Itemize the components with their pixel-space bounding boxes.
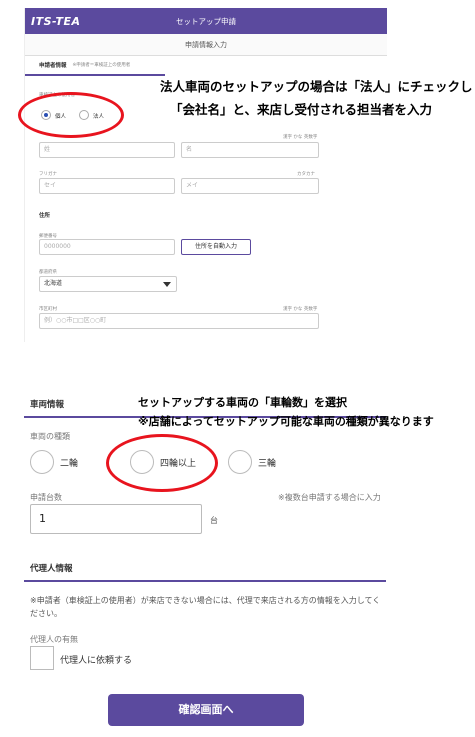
radio-three-wheel-label: 三輪 bbox=[258, 459, 277, 469]
annotation-line-1: 法人車両のセットアップの場合は「法人」にチェックし bbox=[160, 79, 473, 94]
count-input[interactable]: 1 bbox=[30, 504, 202, 534]
agent-presence-label: 代理人の有無 bbox=[30, 635, 78, 644]
katakana-hint: カタカナ bbox=[297, 172, 315, 177]
annotation-line-4: ※店舗によってセットアップ可能な車両の種類が異なります bbox=[138, 415, 434, 428]
prefecture-label: 都道府県 bbox=[39, 270, 57, 275]
section-note: ※申請者＝車検証上の使用者 bbox=[72, 63, 131, 68]
prefecture-value: 北海道 bbox=[44, 280, 63, 287]
last-name-input[interactable]: 姓 bbox=[39, 142, 175, 158]
vehicle-heading: 車両情報 bbox=[30, 400, 65, 410]
city-input[interactable]: 例）○○市□□区○○町 bbox=[39, 313, 319, 329]
page-title: セットアップ申請 bbox=[176, 16, 236, 26]
radio-two-wheel[interactable] bbox=[30, 450, 54, 474]
furigana-label: フリガナ bbox=[39, 172, 57, 177]
name-input-hint: 漢字 かな 英数字 bbox=[283, 135, 318, 140]
prefecture-select[interactable]: 北海道 bbox=[39, 276, 177, 292]
count-note: ※複数台申請する場合に入力 bbox=[278, 493, 381, 502]
count-label: 申請台数 bbox=[30, 493, 62, 502]
radio-three-wheel[interactable] bbox=[228, 450, 252, 474]
agent-checkbox-label: 代理人に依頼する bbox=[60, 656, 133, 666]
agent-heading: 代理人情報 bbox=[30, 564, 73, 574]
highlight-oval-user-type bbox=[18, 92, 124, 138]
count-unit: 台 bbox=[210, 516, 218, 525]
chevron-down-icon bbox=[163, 282, 171, 287]
annotation-line-2: 「会社名」と、来店し受付される担当者を入力 bbox=[170, 102, 433, 117]
radio-two-wheel-label: 二輪 bbox=[60, 459, 79, 469]
vehicle-form-screenshot: 車両情報 車両の種類 二輪 四輪以上 三輪 申請台数 ※複数台申請する場合に入力… bbox=[24, 384, 386, 737]
applicant-form-screenshot: ITS-TEA セットアップ申請 申請情報入力 申請者情報 ※申請者＝車検証上の… bbox=[24, 8, 387, 342]
confirm-button[interactable]: 確認画面へ bbox=[108, 694, 304, 726]
agent-heading-divider bbox=[24, 580, 386, 582]
auto-address-button[interactable]: 住所を自動入力 bbox=[181, 239, 251, 255]
section-title: 申請者情報 bbox=[39, 63, 67, 69]
first-name-input[interactable]: 名 bbox=[181, 142, 319, 158]
address-heading: 住所 bbox=[39, 213, 51, 219]
city-label: 市区町村 bbox=[39, 307, 57, 312]
agent-checkbox[interactable] bbox=[30, 646, 54, 670]
applicant-section-header: 申請者情報 ※申請者＝車検証上の使用者 bbox=[25, 56, 165, 76]
mei-input[interactable]: メイ bbox=[181, 178, 319, 194]
vehicle-type-label: 車両の種類 bbox=[30, 432, 70, 441]
step-title: 申請情報入力 bbox=[25, 34, 387, 56]
top-bar: ITS-TEA セットアップ申請 bbox=[25, 8, 387, 34]
agent-note: ※申請者（車検証上の使用者）が来店できない場合には、代理で来店される方の情報を入… bbox=[30, 596, 381, 618]
page: ITS-TEA セットアップ申請 申請情報入力 申請者情報 ※申請者＝車検証上の… bbox=[0, 0, 475, 737]
city-hint: 漢字 かな 英数字 bbox=[283, 307, 318, 312]
annotation-line-3: セットアップする車両の「車輪数」を選択 bbox=[138, 396, 347, 409]
highlight-oval-wheel-count bbox=[106, 434, 218, 492]
sei-input[interactable]: セイ bbox=[39, 178, 175, 194]
postal-input[interactable]: 0000000 bbox=[39, 239, 175, 255]
